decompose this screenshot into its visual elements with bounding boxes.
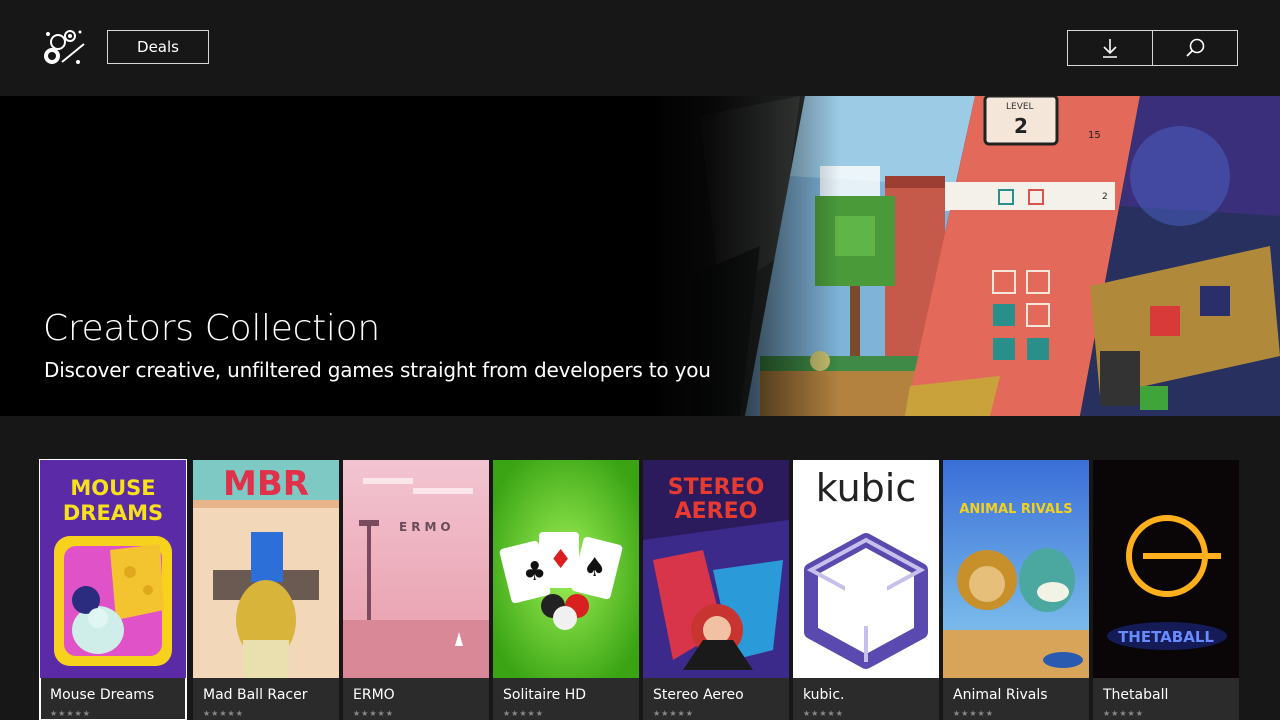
rating-stars: ★★★★★	[353, 709, 394, 718]
mouse-dreams-art-text: MOUSE DREAMS	[62, 476, 164, 525]
solitaire-hd-cover: ♣ ♦ ♠	[493, 460, 639, 678]
game-title: Mad Ball Racer	[203, 687, 308, 703]
svg-text:♦: ♦	[549, 545, 572, 575]
game-tile-thetaball[interactable]: THETABALL Thetaball ★★★★★	[1093, 460, 1239, 720]
hero-banner[interactable]: LEVEL 2 15 2 Creators Collection Discove…	[0, 96, 1280, 416]
hero-subtitle: Discover creative, unfiltered games stra…	[44, 358, 711, 382]
svg-text:♠: ♠	[583, 553, 606, 583]
game-tile-mouse-dreams[interactable]: MOUSE DREAMS Mouse Dreams ★★★★★	[39, 459, 187, 720]
rating-stars: ★★★★★	[50, 709, 91, 718]
hero-progress-value: 2	[1102, 192, 1108, 202]
game-title: Solitaire HD	[503, 687, 587, 703]
game-tile-solitaire-hd[interactable]: ♣ ♦ ♠ Solitaire HD ★★★★★	[493, 460, 639, 720]
hero-level-value: 2	[1014, 114, 1028, 138]
rating-stars: ★★★★★	[1103, 709, 1144, 718]
game-tile-animal-rivals[interactable]: ANIMAL RIVALS Animal Rivals ★★★★★	[943, 460, 1089, 720]
hero-title: Creators Collection	[43, 308, 380, 349]
search-icon	[1186, 38, 1205, 57]
kubic-art-text: kubic	[815, 466, 917, 510]
game-tile-kubic[interactable]: kubic kubic. ★★★★★	[793, 460, 939, 720]
download-icon	[1103, 39, 1117, 58]
rating-stars: ★★★★★	[953, 709, 994, 718]
deals-button[interactable]: Deals	[107, 30, 209, 64]
top-icon-group	[1067, 30, 1238, 66]
gamerpic-avatar[interactable]	[40, 26, 88, 72]
thetaball-art-text: THETABALL	[1118, 628, 1214, 646]
game-title: Thetaball	[1103, 687, 1169, 703]
download-button[interactable]	[1068, 31, 1152, 65]
game-tile-mad-ball-racer[interactable]: MBR Mad Ball Racer ★★★★★	[193, 460, 339, 720]
deals-button-label: Deals	[137, 38, 179, 56]
game-tiles-row: MOUSE DREAMS Mouse Dreams ★★★★★ MBR Mad …	[39, 459, 1240, 720]
game-title: Animal Rivals	[953, 687, 1048, 703]
rating-stars: ★★★★★	[653, 709, 694, 718]
animal-rivals-cover	[943, 460, 1089, 678]
rating-stars: ★★★★★	[503, 709, 544, 718]
svg-text:♣: ♣	[523, 557, 546, 587]
ermo-cover	[343, 460, 489, 678]
game-title: Stereo Aereo	[653, 687, 744, 703]
rating-stars: ★★★★★	[803, 709, 844, 718]
mad-ball-racer-art-text: MBR	[223, 464, 309, 504]
hero-level-label: LEVEL	[1006, 102, 1034, 112]
game-tile-stereo-aereo[interactable]: STEREO AEREO Stereo Aereo ★★★★★	[643, 460, 789, 720]
animal-rivals-art-text: ANIMAL RIVALS	[959, 502, 1073, 517]
top-bar: Deals	[0, 0, 1280, 96]
game-tile-ermo[interactable]: ERMO ERMO ★★★★★	[343, 460, 489, 720]
rating-stars: ★★★★★	[203, 709, 244, 718]
game-title: Mouse Dreams	[50, 687, 155, 703]
game-title: kubic.	[803, 687, 845, 703]
game-title: ERMO	[353, 687, 395, 703]
search-button[interactable]	[1152, 31, 1237, 65]
hero-bolt-value: 15	[1088, 130, 1101, 141]
ermo-art-text: ERMO	[399, 520, 455, 534]
stereo-aereo-art-text: STEREO AEREO	[667, 475, 765, 524]
